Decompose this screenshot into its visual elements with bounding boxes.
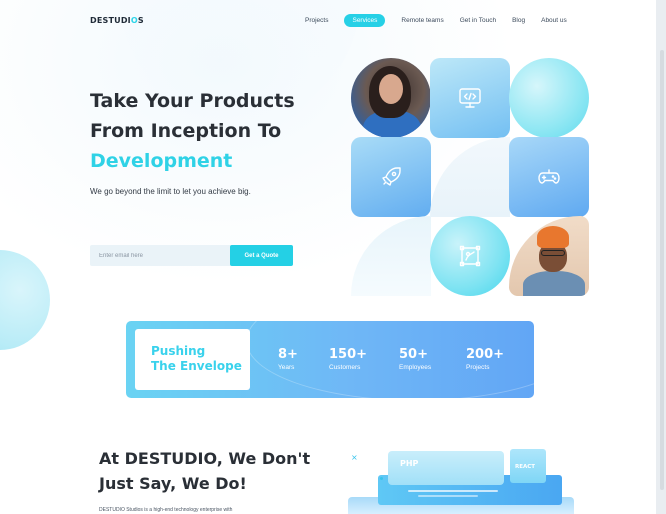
nav-item-about-us[interactable]: About us [541,14,567,27]
site-logo[interactable]: DESTUDIOS [90,16,144,25]
rocket-service-tile [351,137,431,217]
stat-years: 8+ Years [278,347,298,371]
hero-subtitle: We go beyond the limit to let you achiev… [90,187,251,196]
hero-title-line-2: From Inception To [90,120,282,142]
illustration-line [408,490,498,492]
main-nav: Projects Services Remote teams Get in To… [305,14,567,27]
nav-item-remote-teams[interactable]: Remote teams [401,14,443,27]
rocket-icon [382,167,401,186]
hero-title-line-1: Take Your Products [90,90,295,112]
nav-item-projects[interactable]: Projects [305,14,328,27]
stat-caption: Customers [329,364,361,371]
close-icon: × [351,453,358,462]
stat-employees: 50+ Employees [399,347,431,371]
logo-text-accent: O [130,16,138,25]
illustration-line [418,495,478,497]
logo-text-prefix: DESTUDI [90,16,131,25]
stat-caption: Employees [399,364,432,371]
stat-value: 8+ [278,347,298,362]
decorative-shape [351,216,431,296]
hero-title-accent: Development [90,150,233,172]
react-label: REACT [515,464,536,470]
php-label: PHP [400,459,419,468]
design-service-tile [430,216,510,296]
team-photo-man [509,216,589,296]
team-photo-woman [351,58,431,138]
nav-item-get-in-touch[interactable]: Get in Touch [460,14,496,27]
about-title-line-2: Just Say, We Do! [99,474,247,493]
nav-item-services[interactable]: Services [344,14,386,27]
game-service-tile [509,137,589,217]
about-title: At DESTUDIO, We Don't Just Say, We Do! [99,446,310,496]
stats-heading: Pushing The Envelope [151,344,242,374]
decorative-shape [430,137,510,217]
stat-customers: 150+ Customers [329,347,367,371]
code-service-tile [430,58,510,138]
photo-shape [379,74,403,104]
hero-title: Take Your Products From Inception To Dev… [90,86,295,176]
photo-shape [541,250,565,256]
scrollbar[interactable] [660,50,664,490]
stat-value: 200+ [466,347,505,362]
stat-projects: 200+ Projects [466,347,504,371]
photo-shape [523,271,585,296]
stats-heading-line-2: The Envelope [151,359,242,373]
get-quote-button[interactable]: Get a Quote [230,245,293,266]
about-title-line-1: At DESTUDIO, We Don't [99,449,311,468]
photo-shape [537,226,569,248]
stat-caption: Years [278,364,295,371]
nav-item-blog[interactable]: Blog [512,14,525,27]
stats-heading-line-1: Pushing [151,344,206,358]
logo-text-suffix: S [137,16,144,25]
landing-page: DESTUDIOS Projects Services Remote teams… [0,0,656,514]
stat-value: 150+ [329,347,368,362]
gamepad-icon [538,169,560,184]
design-tool-icon [459,245,481,267]
decorative-circle [509,58,589,138]
stat-value: 50+ [399,347,428,362]
tech-illustration: PHP REACT × [348,445,574,514]
code-monitor-icon [459,88,481,108]
stat-caption: Projects [466,364,490,371]
email-input[interactable] [90,245,232,266]
about-text: DESTUDIO Studios is a high-end technolog… [99,507,233,513]
decorative-blob [0,250,50,350]
illustration-dot [380,477,383,480]
php-card [388,451,504,485]
